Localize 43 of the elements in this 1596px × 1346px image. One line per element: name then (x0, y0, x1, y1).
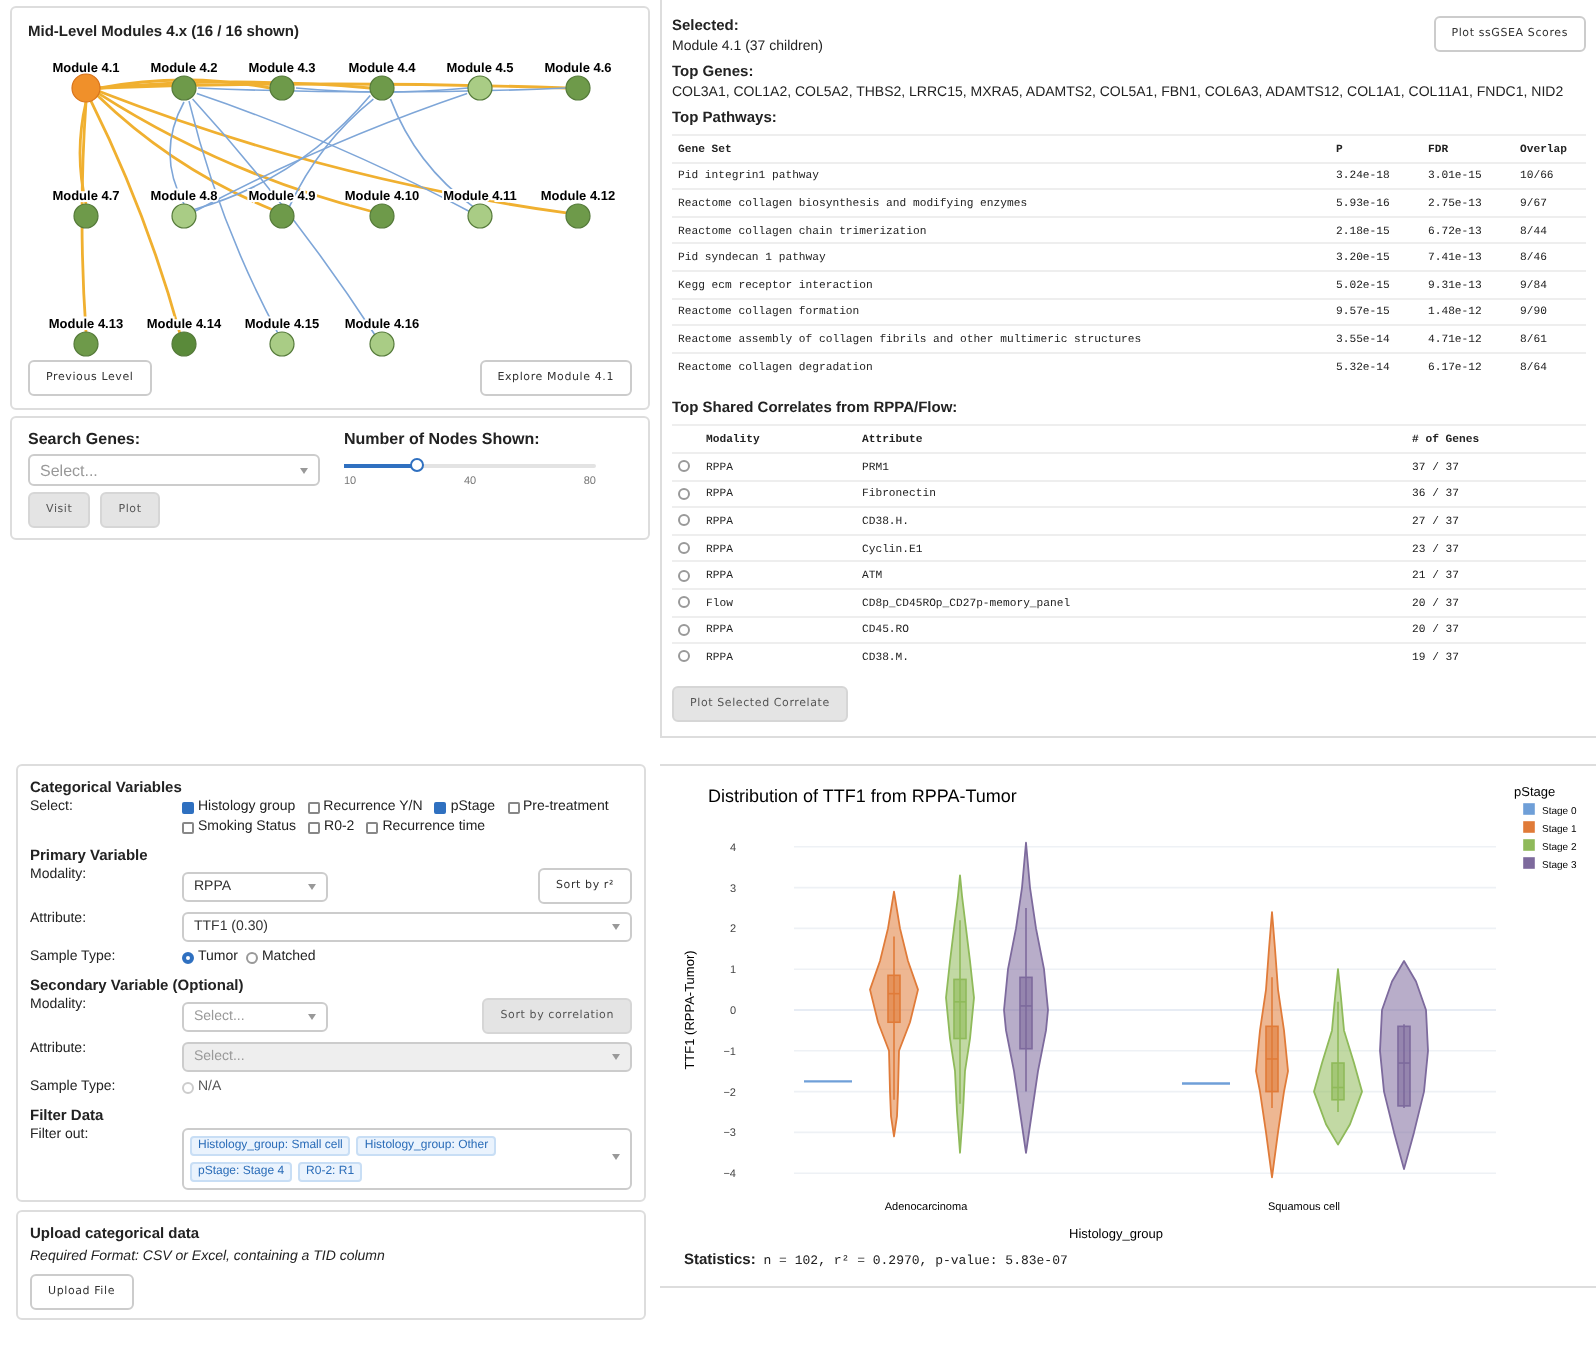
network-node[interactable] (269, 203, 295, 229)
radio-button[interactable] (182, 951, 194, 963)
network-node[interactable] (565, 203, 591, 229)
slider-thumb[interactable] (410, 457, 425, 471)
network-node[interactable] (171, 331, 197, 357)
caret-icon (308, 1013, 316, 1019)
checkbox[interactable] (507, 801, 519, 813)
network-node[interactable] (467, 75, 493, 101)
caret-icon (300, 467, 308, 473)
checkbox[interactable] (182, 821, 194, 833)
network-node[interactable] (171, 75, 197, 101)
checkbox[interactable] (434, 801, 447, 813)
network-node[interactable] (73, 331, 99, 357)
network-node[interactable] (269, 75, 295, 101)
network-node[interactable] (269, 331, 295, 357)
radio-button[interactable] (678, 623, 690, 636)
network-node[interactable] (171, 203, 197, 229)
radio-button[interactable] (678, 460, 690, 473)
radio-button[interactable] (678, 542, 690, 555)
slider-label: Number of Nodes Shown: (344, 430, 542, 448)
checkbox[interactable] (366, 821, 379, 833)
checkbox[interactable] (308, 821, 321, 833)
network-node[interactable] (71, 73, 101, 103)
caret-icon (612, 924, 620, 930)
network-node[interactable] (73, 203, 99, 229)
checkbox[interactable] (182, 801, 194, 813)
caret-icon (612, 1154, 620, 1160)
radio-button[interactable] (245, 951, 258, 963)
network-node[interactable] (369, 203, 395, 229)
radio-button[interactable] (678, 596, 690, 609)
network-node[interactable] (369, 75, 395, 101)
radio-button[interactable] (678, 487, 690, 500)
caret-icon (308, 883, 316, 889)
chart-title: Distribution of TTF1 from RPPA-Tumor (708, 786, 1017, 806)
network-node[interactable] (565, 75, 591, 101)
radio-button[interactable] (678, 569, 690, 582)
radio-button[interactable] (678, 650, 690, 663)
network-node[interactable] (369, 331, 395, 357)
radio-button[interactable] (678, 514, 690, 527)
caret-icon (612, 1054, 620, 1060)
field-label: Search Genes: (28, 430, 143, 448)
network-node[interactable] (467, 203, 493, 229)
checkbox[interactable] (307, 801, 320, 813)
